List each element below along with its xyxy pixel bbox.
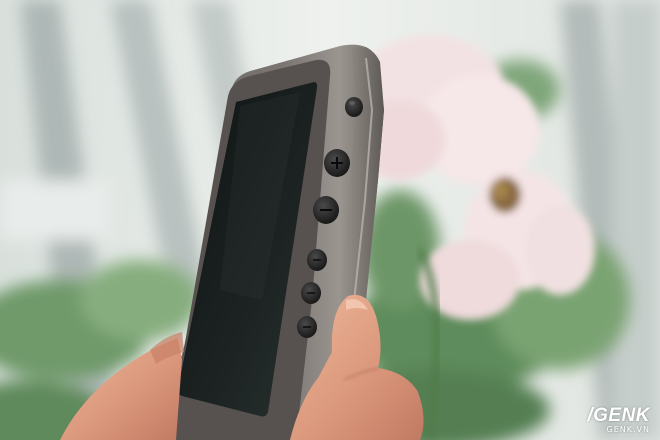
photo-scene: /GENK GENK.VN: [0, 0, 660, 440]
photo-illustration: [0, 0, 660, 440]
play-pause-button[interactable]: [307, 249, 327, 271]
next-track-button[interactable]: [297, 316, 317, 338]
site-watermark: /GENK GENK.VN: [587, 406, 650, 434]
watermark-site: GENK.VN: [606, 425, 650, 434]
volume-up-button[interactable]: [324, 149, 350, 177]
previous-track-button[interactable]: [301, 282, 321, 304]
watermark-brand: /GENK: [587, 405, 650, 426]
power-button[interactable]: [345, 97, 363, 117]
volume-down-button[interactable]: [313, 196, 339, 224]
